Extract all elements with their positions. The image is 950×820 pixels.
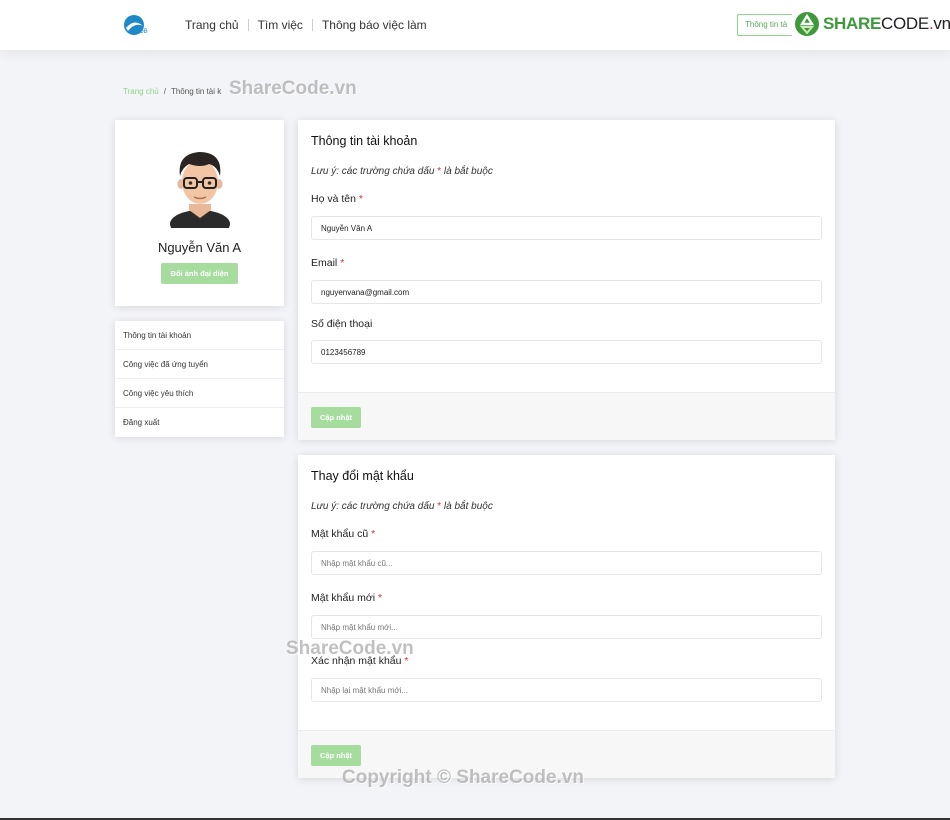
brand-code: CODE bbox=[881, 14, 929, 33]
profile-card: Nguyễn Văn A Đổi ảnh đại diện bbox=[115, 120, 284, 306]
confirm-password-label: Xác nhận mật khẩu * bbox=[311, 655, 409, 667]
nav-home[interactable]: Trang chủ bbox=[185, 18, 239, 32]
watermark-top: ShareCode.vn bbox=[229, 78, 357, 99]
nav-find-jobs[interactable]: Tìm việc bbox=[258, 18, 303, 32]
menu-item-favorite-jobs[interactable]: Công việc yêu thích bbox=[115, 379, 284, 408]
top-header: JOB Trang chủ Tìm việc Thông báo việc là… bbox=[0, 0, 950, 50]
email-label-text: Email bbox=[311, 257, 338, 269]
required-star: * bbox=[404, 655, 409, 667]
fullname-label-text: Họ và tên bbox=[311, 193, 356, 205]
form-title: Thay đổi mật khẩu bbox=[311, 469, 414, 483]
main-nav: Trang chủ Tìm việc Thông báo việc làm bbox=[185, 18, 427, 32]
required-star: * bbox=[378, 592, 383, 604]
form-title: Thông tin tài khoản bbox=[311, 134, 418, 148]
email-label: Email * bbox=[311, 257, 344, 269]
brand-share: SHARE bbox=[823, 14, 882, 33]
brand-wordmark: SHARECODE.vn bbox=[823, 14, 950, 34]
nav-divider bbox=[311, 19, 313, 31]
required-star: * bbox=[371, 528, 376, 540]
sharecode-brand: SHARECODE.vn bbox=[792, 11, 950, 37]
side-menu: Thông tin tài khoản Công việc đã ứng tuy… bbox=[115, 321, 284, 437]
breadcrumb-home[interactable]: Trang chủ bbox=[123, 87, 159, 96]
new-password-label-text: Mật khẩu mới bbox=[311, 592, 376, 604]
old-password-input[interactable] bbox=[311, 551, 822, 575]
confirm-password-label-text: Xác nhận mật khẩu bbox=[311, 655, 402, 667]
note-suffix: là bắt buộc bbox=[441, 501, 493, 512]
required-note: Lưu ý: các trường chứa dấu * là bắt buộc bbox=[311, 166, 493, 177]
form-footer: Cập nhật bbox=[298, 730, 835, 778]
new-password-input[interactable] bbox=[311, 615, 822, 639]
breadcrumb-separator: / bbox=[163, 87, 166, 96]
fullname-label: Họ và tên * bbox=[311, 193, 363, 205]
note-prefix: Lưu ý: các trường chứa dấu bbox=[311, 166, 438, 177]
menu-item-applied-jobs[interactable]: Công việc đã ứng tuyển bbox=[115, 350, 284, 379]
menu-item-account-info[interactable]: Thông tin tài khoản bbox=[115, 321, 284, 350]
new-password-label: Mật khẩu mới * bbox=[311, 592, 382, 604]
email-input[interactable] bbox=[311, 280, 822, 304]
update-account-button[interactable]: Cập nhật bbox=[311, 407, 361, 428]
nav-divider bbox=[247, 19, 249, 31]
menu-item-logout[interactable]: Đăng xuất bbox=[115, 408, 284, 437]
account-info-form: Thông tin tài khoản Lưu ý: các trường ch… bbox=[298, 120, 835, 440]
breadcrumb-current: Thông tin tài k bbox=[170, 87, 222, 96]
phone-input[interactable] bbox=[311, 340, 822, 364]
phone-label: Số điện thoại bbox=[311, 318, 373, 330]
update-password-button[interactable]: Cập nhật bbox=[311, 745, 361, 766]
required-star: * bbox=[358, 193, 363, 205]
recycle-logo-icon bbox=[795, 12, 819, 36]
old-password-label-text: Mật khẩu cũ bbox=[311, 528, 369, 540]
old-password-label: Mật khẩu cũ * bbox=[311, 528, 375, 540]
profile-name: Nguyễn Văn A bbox=[157, 240, 242, 255]
logo-text: JOB bbox=[136, 29, 148, 35]
required-star: * bbox=[340, 257, 345, 269]
confirm-password-input[interactable] bbox=[311, 678, 822, 702]
form-footer: Cập nhật bbox=[298, 392, 835, 440]
breadcrumb: Trang chủ / Thông tin tài k bbox=[123, 87, 221, 96]
fullname-input[interactable] bbox=[311, 216, 822, 240]
avatar bbox=[165, 144, 235, 238]
note-suffix: là bắt buộc bbox=[441, 166, 493, 177]
job-logo-icon[interactable]: JOB bbox=[123, 13, 151, 37]
required-note: Lưu ý: các trường chứa dấu * là bắt buộc bbox=[311, 501, 493, 512]
nav-job-alerts[interactable]: Thông báo việc làm bbox=[322, 18, 427, 32]
note-prefix: Lưu ý: các trường chứa dấu bbox=[311, 501, 438, 512]
brand-vn: vn bbox=[933, 14, 950, 33]
change-password-form: Thay đổi mật khẩu Lưu ý: các trường chứa… bbox=[298, 455, 835, 778]
change-avatar-button[interactable]: Đổi ảnh đại diện bbox=[161, 263, 238, 284]
